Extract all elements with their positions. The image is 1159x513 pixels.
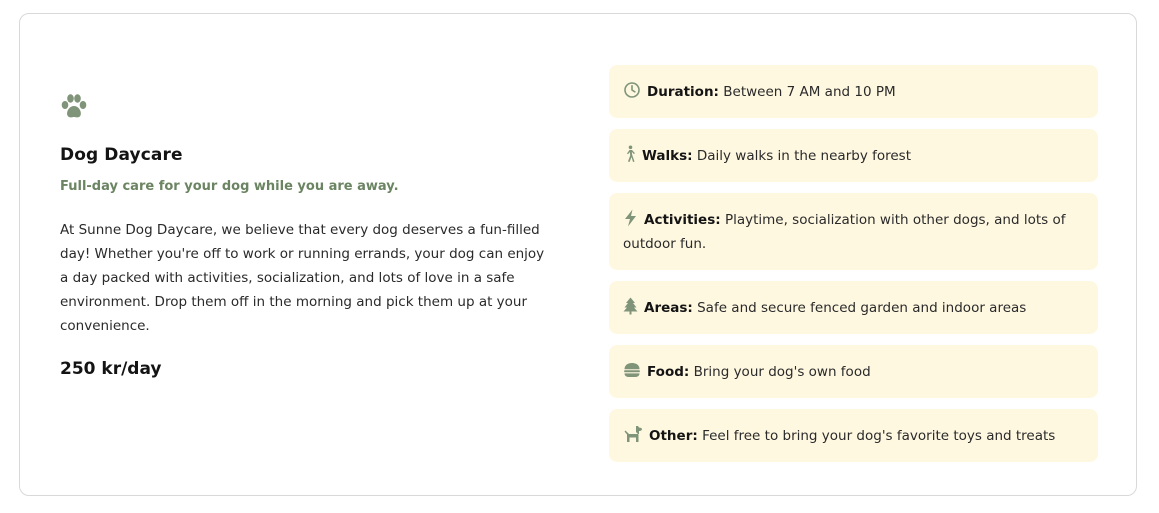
- feature-text: Feel free to bring your dog's favorite t…: [702, 428, 1056, 444]
- feature-label: Areas:: [644, 300, 693, 316]
- feature-label: Food:: [647, 364, 690, 380]
- feature-food: Food: Bring your dog's own food: [609, 345, 1098, 398]
- service-title: Dog Daycare: [60, 145, 183, 165]
- feature-text: Daily walks in the nearby forest: [696, 148, 911, 164]
- feature-activities: Activities: Playtime, socialization with…: [609, 193, 1098, 270]
- clock-icon: [624, 82, 640, 98]
- service-card: Dog Daycare Full-day care for your dog w…: [19, 13, 1137, 496]
- service-info: Dog Daycare Full-day care for your dog w…: [60, 94, 550, 380]
- paw-icon: [61, 94, 87, 118]
- feature-label: Other:: [649, 428, 698, 444]
- feature-walks: Walks: Daily walks in the nearby forest: [609, 129, 1098, 182]
- walking-icon: [627, 145, 635, 162]
- feature-other: Other: Feel free to bring your dog's fav…: [609, 409, 1098, 462]
- feature-areas: Areas: Safe and secure fenced garden and…: [609, 281, 1098, 334]
- service-description: At Sunne Dog Daycare, we believe that ev…: [60, 222, 545, 334]
- feature-text: Bring your dog's own food: [693, 364, 871, 380]
- feature-text: Between 7 AM and 10 PM: [723, 84, 896, 100]
- service-subtitle: Full-day care for your dog while you are…: [60, 179, 399, 194]
- dog-icon: [624, 426, 642, 442]
- feature-label: Duration:: [647, 84, 719, 100]
- food-bowl-icon: [624, 363, 640, 377]
- feature-list: Duration: Between 7 AM and 10 PM Walks: …: [609, 65, 1098, 473]
- feature-text: Safe and secure fenced garden and indoor…: [697, 300, 1027, 316]
- tree-icon: [623, 297, 638, 315]
- service-price: 250 kr/day: [60, 359, 162, 379]
- feature-label: Activities:: [644, 212, 721, 228]
- feature-duration: Duration: Between 7 AM and 10 PM: [609, 65, 1098, 118]
- lightning-icon: [625, 209, 636, 227]
- feature-label: Walks:: [642, 148, 693, 164]
